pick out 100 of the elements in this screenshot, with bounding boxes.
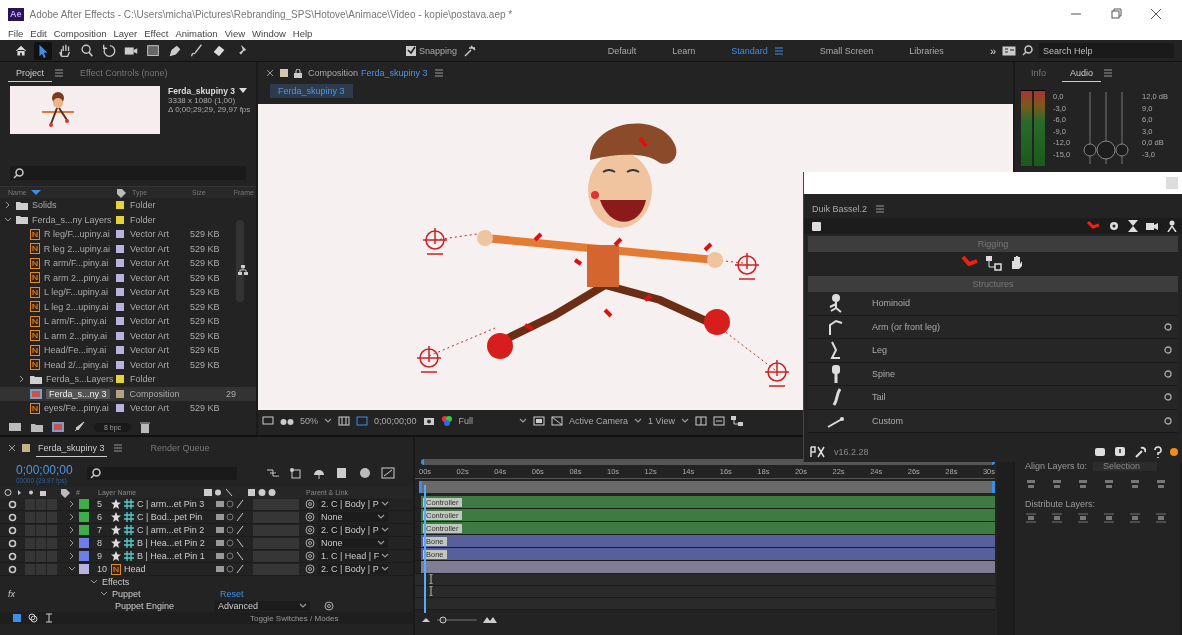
options-circle-icon[interactable]	[1164, 416, 1172, 425]
project-row[interactable]: L leg/F...upiny.ai Vector Art 529 KB	[0, 285, 256, 300]
panel-tab[interactable]: Effect Controls (none)	[72, 65, 176, 81]
chevron-right-icon[interactable]	[68, 552, 76, 560]
view-options-icon[interactable]	[694, 416, 707, 426]
switch-cell[interactable]	[25, 563, 35, 575]
options-circle-icon[interactable]	[1164, 322, 1172, 331]
switch-cell[interactable]	[36, 563, 46, 575]
current-time[interactable]: 0;00;00;00	[16, 462, 78, 477]
composition-flowchart-icon[interactable]	[266, 467, 280, 479]
project-row[interactable]: L leg 2...upiny.ai Vector Art 529 KB	[0, 299, 256, 314]
project-row[interactable]: L arm/F...piny.ai Vector Art 529 KB	[0, 314, 256, 329]
graph-editor-icon[interactable]	[381, 467, 395, 479]
label-swatch[interactable]	[79, 564, 89, 574]
layer-name[interactable]: C | arm...et Pin 3	[137, 499, 205, 509]
layer-name[interactable]: C | arm...et Pin 2	[137, 525, 205, 535]
toggle-switches-modes-button[interactable]: Toggle Switches / Modes	[250, 613, 339, 623]
switch-cell[interactable]	[47, 537, 57, 549]
switch-cell[interactable]	[25, 511, 35, 523]
menu-item[interactable]: Window	[252, 28, 286, 40]
structure-item[interactable]: Leg	[808, 339, 1178, 363]
resolution-dropdown[interactable]: Full	[458, 416, 514, 426]
switch-cell[interactable]	[253, 563, 299, 575]
menu-icon[interactable]	[875, 204, 886, 214]
project-row[interactable]: Head/Fe...iny.ai Vector Art 529 KB	[0, 343, 256, 358]
align-icon[interactable]	[1025, 479, 1037, 489]
layer-switches-toggle-icon[interactable]	[12, 613, 22, 623]
hand-icon[interactable]	[1009, 255, 1025, 271]
structure-item[interactable]: Tail	[808, 386, 1178, 410]
duration-icon[interactable]	[44, 613, 54, 623]
align-icon[interactable]	[1129, 479, 1141, 489]
menu-item[interactable]: Composition	[53, 28, 107, 40]
scrollbar[interactable]	[236, 220, 244, 302]
project-row[interactable]: L arm 2...piny.ai Vector Art 529 KB	[0, 328, 256, 343]
project-row[interactable]: R leg 2...upiny.ai Vector Art 529 KB	[0, 241, 256, 256]
binoculars-icon[interactable]	[280, 416, 294, 426]
rocket-icon[interactable]	[73, 421, 85, 433]
composition-subtab[interactable]: Ferda_skupiny 3	[270, 84, 353, 98]
help-icon[interactable]	[1154, 446, 1162, 458]
chevron-right-icon[interactable]	[68, 500, 76, 508]
layer-name[interactable]: Head	[124, 564, 146, 574]
menu-icon[interactable]	[112, 443, 123, 453]
switch-cell[interactable]	[36, 498, 46, 510]
parent-dropdown[interactable]: None	[318, 538, 388, 548]
distribute-icon[interactable]	[1025, 513, 1037, 523]
distribute-icon[interactable]	[1155, 513, 1167, 523]
chevron-down-icon[interactable]	[4, 215, 12, 224]
draft-3d-icon[interactable]	[289, 467, 303, 479]
panel-tab[interactable]: Audio	[1062, 64, 1102, 82]
trash-icon[interactable]	[140, 421, 151, 433]
timecode[interactable]: 0;00;00;00	[374, 416, 417, 426]
mask-icon[interactable]	[356, 416, 368, 426]
menu-item[interactable]: Layer	[113, 28, 138, 40]
region-icon[interactable]	[533, 416, 546, 426]
lock-icon[interactable]	[294, 68, 302, 78]
switch-cell[interactable]	[253, 511, 299, 523]
options-circle-icon[interactable]	[1164, 393, 1172, 402]
project-row[interactable]: Solids Folder	[0, 198, 256, 213]
snapping-checkbox[interactable]: Snapping	[406, 45, 458, 56]
chevron-right-icon[interactable]	[68, 513, 76, 521]
timeline-icon[interactable]	[712, 416, 725, 426]
spiral-icon[interactable]	[324, 601, 334, 611]
switch-cell[interactable]	[253, 550, 299, 562]
zoom-slider-icon[interactable]	[437, 616, 477, 624]
menu-icon[interactable]	[54, 68, 64, 78]
zoom-out-icon[interactable]	[421, 617, 431, 623]
alert-icon[interactable]	[1114, 446, 1126, 458]
align-icon[interactable]	[1051, 479, 1063, 489]
project-search-field[interactable]	[10, 166, 246, 180]
switch-cell[interactable]	[253, 524, 299, 536]
parent-dropdown[interactable]: 2. C | Body | P	[318, 525, 388, 535]
options-circle-icon[interactable]	[1164, 346, 1172, 355]
switch-cell[interactable]	[25, 550, 35, 562]
switch-cell[interactable]	[47, 511, 57, 523]
switch-cell[interactable]	[25, 537, 35, 549]
switch-cell[interactable]	[25, 498, 35, 510]
switch-cell[interactable]	[36, 511, 46, 523]
switch-cell[interactable]	[36, 537, 46, 549]
maximize-icon[interactable]	[1110, 8, 1122, 20]
layer-name[interactable]: C | Bod...pet Pin	[137, 512, 203, 522]
menu-item[interactable]: File	[8, 28, 24, 40]
parent-dropdown[interactable]: 2. C | Body | P	[318, 564, 388, 574]
link-icon[interactable]	[985, 255, 1003, 271]
project-row[interactable]: R leg/F...upiny.ai Vector Art 529 KB	[0, 227, 256, 242]
distribute-icon[interactable]	[1077, 513, 1089, 523]
chevron-down-icon[interactable]	[68, 565, 76, 573]
hierarchy-icon[interactable]	[238, 265, 248, 275]
zoom-dropdown[interactable]: 50%	[300, 416, 318, 426]
structure-item[interactable]: Spine	[808, 362, 1178, 386]
menu-item[interactable]: Edit	[30, 28, 47, 40]
switch-cell[interactable]	[25, 524, 35, 536]
menu-item[interactable]: Animation	[175, 28, 218, 40]
label-swatch[interactable]	[79, 499, 89, 509]
hourglass-icon[interactable]	[1128, 220, 1138, 232]
switch-cell[interactable]	[47, 550, 57, 562]
switch-cell[interactable]	[253, 537, 299, 549]
label-swatch[interactable]	[79, 512, 89, 522]
interpret-footage-icon[interactable]	[8, 422, 22, 432]
panel-icon[interactable]	[1002, 45, 1016, 56]
switch-cell[interactable]	[47, 524, 57, 536]
